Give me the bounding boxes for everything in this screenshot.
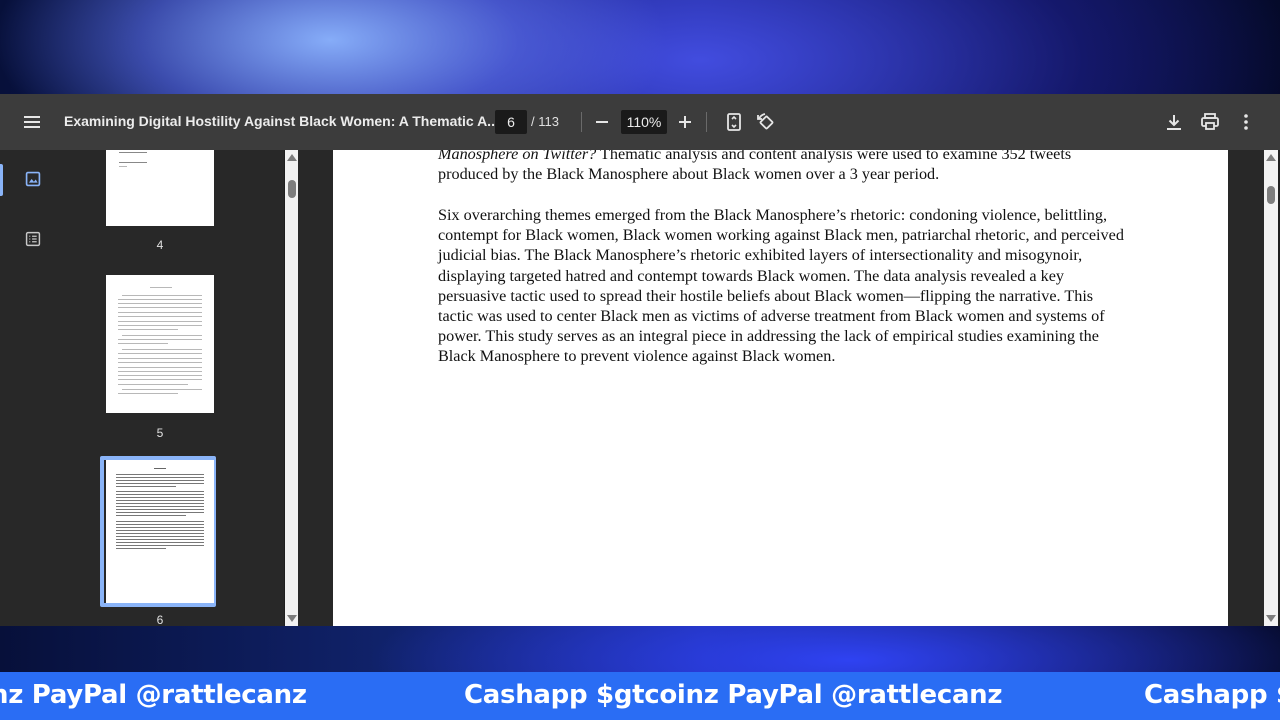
abstract-paragraph-2: Six overarching themes emerged from the … (438, 206, 1124, 366)
sidebar-rail (0, 150, 66, 626)
page-total: / 113 (531, 114, 559, 129)
thumbnail-label: 5 (156, 426, 164, 440)
page-thumbnail-selected[interactable] (106, 460, 214, 603)
plus-icon[interactable] (673, 110, 697, 134)
minus-icon[interactable] (590, 110, 614, 134)
ticker-text: Cashapp $gtcoinz PayPal @rattlecanz (464, 680, 1003, 710)
scroll-up-arrow[interactable] (1266, 154, 1276, 161)
print-icon[interactable] (1198, 110, 1222, 134)
document-scrollbar[interactable] (1264, 150, 1278, 626)
menu-icon[interactable] (20, 110, 44, 134)
toolbar-divider (581, 112, 582, 132)
ticker-text: nz PayPal @rattlecanz (0, 680, 307, 710)
page-thumbnail[interactable] (106, 150, 214, 226)
thumbnail-label: 4 (156, 238, 164, 252)
scroll-down-arrow[interactable] (1266, 615, 1276, 622)
scroll-up-arrow[interactable] (287, 154, 297, 161)
rotate-icon[interactable] (754, 110, 778, 134)
scrollbar-thumb[interactable] (1267, 186, 1275, 204)
donation-ticker: nz PayPal @rattlecanz Cashapp $gtcoinz P… (0, 672, 1280, 720)
scrollbar-thumb[interactable] (288, 180, 296, 198)
toolbar-divider (706, 112, 707, 132)
scroll-down-arrow[interactable] (287, 615, 297, 622)
pdf-page: Manosphere on Twitter? Thematic analysis… (333, 150, 1228, 626)
thumbnail-panel: 4 5 6 (66, 150, 284, 626)
download-icon[interactable] (1162, 110, 1186, 134)
thumbnail-label: 6 (156, 613, 164, 626)
active-indicator (0, 164, 3, 196)
abstract-paragraph-1: Manosphere on Twitter? Thematic analysis… (438, 150, 1072, 184)
thumbnail-scrollbar[interactable] (285, 150, 299, 626)
zoom-level-input[interactable] (621, 110, 667, 134)
ticker-text: Cashapp $ (1144, 680, 1280, 710)
more-vert-icon[interactable] (1234, 110, 1258, 134)
list-icon[interactable] (22, 228, 46, 252)
document-view: Manosphere on Twitter? Thematic analysis… (298, 150, 1266, 626)
fit-page-icon[interactable] (722, 110, 746, 134)
viewer-toolbar: Examining Digital Hostility Against Blac… (0, 94, 1280, 150)
image-icon[interactable] (22, 168, 46, 192)
page-thumbnail[interactable] (106, 275, 214, 413)
document-title: Examining Digital Hostility Against Blac… (64, 113, 499, 129)
pdf-viewer: Examining Digital Hostility Against Blac… (0, 94, 1280, 626)
page-number-input[interactable] (495, 110, 527, 134)
